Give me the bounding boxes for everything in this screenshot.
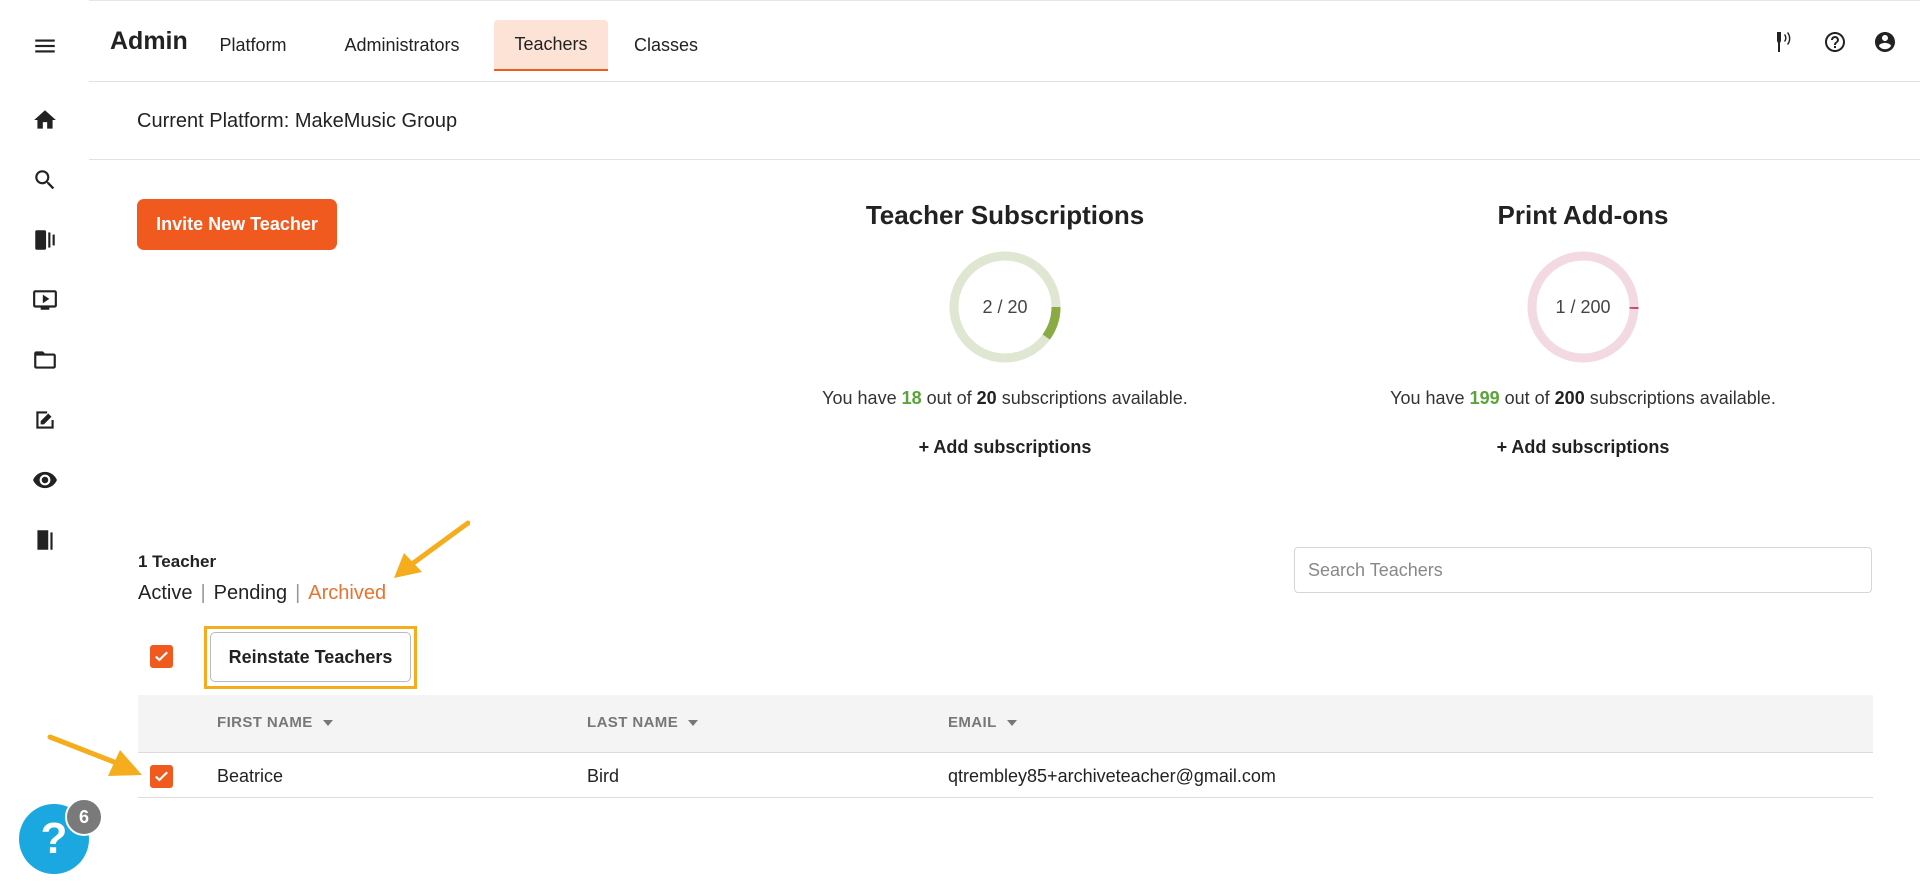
top-icon-group — [1772, 29, 1898, 55]
help-notification-badge: 6 — [65, 798, 103, 836]
filter-pending[interactable]: Pending — [214, 582, 287, 605]
video-icon[interactable] — [30, 285, 60, 315]
brand-title: Admin — [110, 27, 188, 55]
top-nav-bar: Admin Platform Administrators Teachers C… — [89, 0, 1920, 82]
cell-first-name: Beatrice — [217, 766, 284, 786]
sort-caret-icon — [322, 719, 333, 726]
search-teachers-input[interactable] — [1294, 547, 1872, 593]
search-icon[interactable] — [30, 165, 60, 195]
total-count: 20 — [976, 388, 997, 408]
print-addons-title: Print Add-ons — [1497, 200, 1669, 230]
library-icon[interactable] — [30, 225, 60, 255]
account-circle-icon[interactable] — [1872, 29, 1898, 55]
print-addons-donut-label: 1 / 200 — [1555, 296, 1611, 317]
column-email[interactable]: EMAIL — [948, 714, 1017, 731]
column-email-label: EMAIL — [948, 714, 997, 731]
add-print-subscriptions-link[interactable]: + Add subscriptions — [1383, 437, 1783, 458]
teacher-subscriptions-donut-label: 2 / 20 — [982, 296, 1028, 317]
current-platform-label: Current Platform: MakeMusic Group — [137, 110, 458, 132]
column-last-name[interactable]: LAST NAME — [587, 714, 699, 731]
tab-administrators[interactable]: Administrators — [327, 20, 477, 71]
folder-icon[interactable] — [30, 345, 60, 375]
exit-door-icon[interactable] — [30, 525, 60, 555]
tab-classes[interactable]: Classes — [620, 20, 712, 71]
teacher-subscriptions-panel: Teacher Subscriptions 2 / 20 You have 18… — [805, 200, 1205, 458]
teacher-subscriptions-title: Teacher Subscriptions — [865, 200, 1145, 230]
print-addons-summary: You have 199 out of 200 subscriptions av… — [1390, 388, 1776, 408]
home-icon[interactable] — [30, 105, 60, 135]
total-count: 200 — [1554, 388, 1585, 408]
cell-last-name: Bird — [587, 766, 620, 786]
filter-active[interactable]: Active — [138, 582, 192, 605]
eye-icon[interactable] — [30, 465, 60, 495]
cell-email: qtrembley85+archiveteacher@gmail.com — [948, 766, 1276, 786]
print-addons-panel: Print Add-ons 1 / 200 You have 199 out o… — [1383, 200, 1783, 458]
select-all-checkbox[interactable] — [150, 645, 173, 668]
teacher-subscriptions-donut: 2 / 20 — [947, 249, 1063, 365]
tab-platform[interactable]: Platform — [203, 20, 303, 71]
column-first-name-label: FIRST NAME — [217, 714, 313, 731]
filter-divider: | — [295, 582, 301, 604]
invite-new-teacher-button[interactable]: Invite New Teacher — [137, 199, 337, 250]
menu-icon[interactable] — [30, 31, 60, 61]
filter-archived[interactable]: Archived — [308, 582, 386, 605]
teacher-count: 1 Teacher — [138, 552, 217, 571]
help-circle-icon[interactable] — [1822, 29, 1848, 55]
table-header: FIRST NAME LAST NAME EMAIL — [138, 695, 1873, 753]
tab-teachers[interactable]: Teachers — [494, 20, 608, 71]
table-row[interactable]: Beatrice Bird qtrembley85+archiveteacher… — [138, 754, 1873, 798]
column-last-name-label: LAST NAME — [587, 714, 679, 731]
sort-caret-icon — [688, 719, 699, 726]
column-first-name[interactable]: FIRST NAME — [217, 714, 333, 731]
reinstate-teachers-button[interactable]: Reinstate Teachers — [210, 632, 411, 682]
platform-bar: Current Platform: MakeMusic Group — [89, 82, 1920, 160]
add-teacher-subscriptions-link[interactable]: + Add subscriptions — [805, 437, 1205, 458]
filter-divider: | — [200, 582, 206, 604]
status-filter: Active | Pending | Archived — [138, 582, 386, 605]
available-count: 18 — [901, 388, 922, 408]
print-addons-donut: 1 / 200 — [1525, 249, 1641, 365]
assignment-icon[interactable] — [30, 405, 60, 435]
teacher-subscriptions-summary: You have 18 out of 20 subscriptions avai… — [822, 388, 1188, 408]
annotation-arrow-archived — [394, 520, 470, 578]
tuner-icon[interactable] — [1772, 29, 1798, 55]
row-checkbox[interactable] — [150, 765, 173, 788]
available-count: 199 — [1469, 388, 1500, 408]
sort-caret-icon — [1006, 719, 1017, 726]
annotation-arrow-row — [47, 734, 142, 776]
